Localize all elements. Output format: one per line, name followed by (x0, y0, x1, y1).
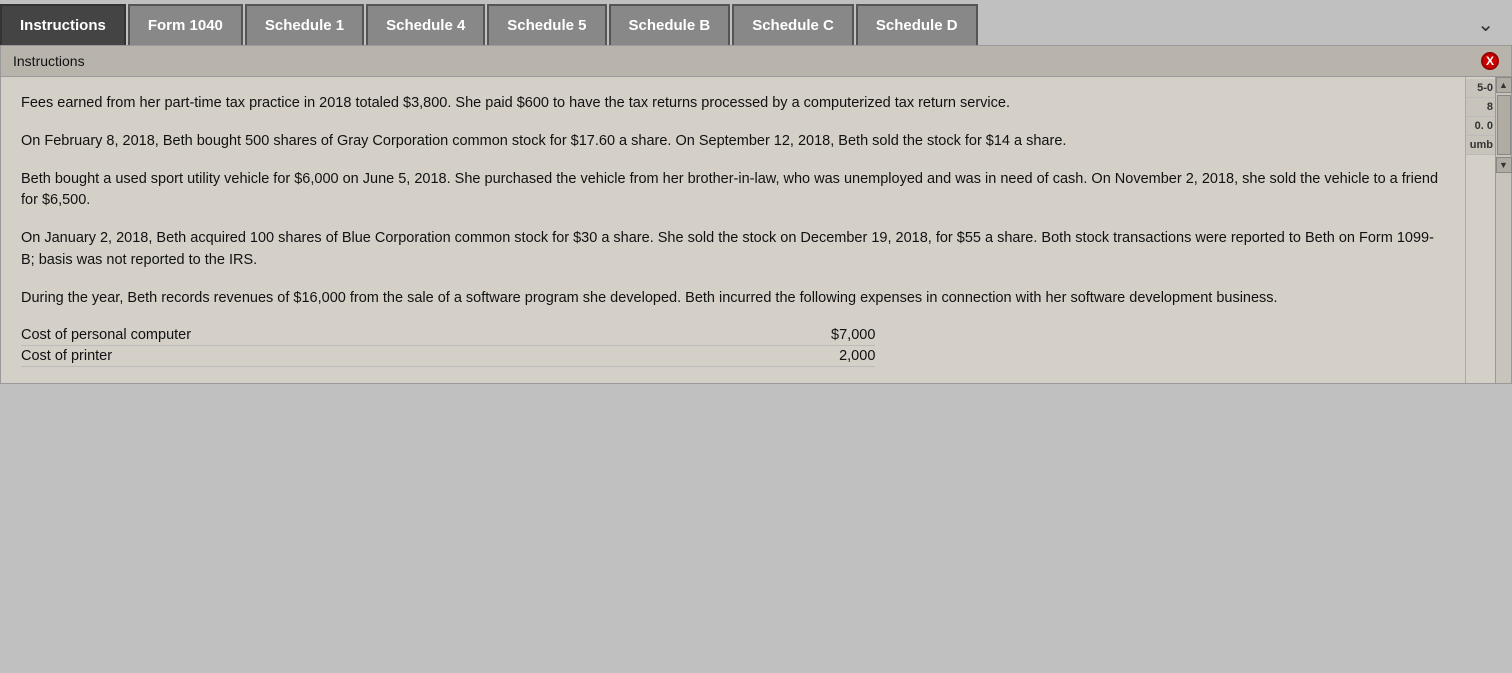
paragraph-2: On February 8, 2018, Beth bought 500 sha… (21, 131, 1445, 153)
expense-table: Cost of personal computer $7,000 Cost of… (21, 325, 875, 367)
tab-instructions[interactable]: Instructions (0, 4, 126, 45)
scrollbar-thumb[interactable] (1497, 95, 1511, 155)
right-sidebar: 5-0 8 0. 0 umb (1465, 77, 1495, 383)
paragraph-1: Fees earned from her part-time tax pract… (21, 93, 1445, 115)
tab-schedule5[interactable]: Schedule 5 (487, 4, 606, 45)
right-label-2: 8 (1466, 98, 1495, 117)
panel-header: Instructions X (1, 46, 1511, 77)
paragraph-5: During the year, Beth records revenues o… (21, 288, 1445, 310)
expense-value-printer: 2,000 (775, 348, 875, 364)
right-label-4: umb (1466, 136, 1495, 155)
expense-label-printer: Cost of printer (21, 348, 775, 364)
panel-close-button[interactable]: X (1481, 52, 1499, 70)
tab-schedule4[interactable]: Schedule 4 (366, 4, 485, 45)
tab-scheduleB[interactable]: Schedule B (609, 4, 731, 45)
instructions-content: Fees earned from her part-time tax pract… (1, 77, 1465, 383)
panel-title: Instructions (13, 53, 85, 69)
paragraph-4: On January 2, 2018, Beth acquired 100 sh… (21, 228, 1445, 272)
scrollbar-up-button[interactable]: ▲ (1496, 77, 1512, 93)
tab-schedule1[interactable]: Schedule 1 (245, 4, 364, 45)
expense-row-computer: Cost of personal computer $7,000 (21, 325, 875, 346)
expense-value-computer: $7,000 (775, 327, 875, 343)
right-label-3: 0. 0 (1466, 117, 1495, 136)
content-area: Instructions X Fees earned from her part… (0, 45, 1512, 384)
scrollbar: ▲ ▼ (1495, 77, 1511, 383)
tab-scheduleC[interactable]: Schedule C (732, 4, 854, 45)
tab-bar: Instructions Form 1040 Schedule 1 Schedu… (0, 0, 1512, 45)
tab-form1040[interactable]: Form 1040 (128, 4, 243, 45)
scrollbar-down-button[interactable]: ▼ (1496, 157, 1512, 173)
expense-row-printer: Cost of printer 2,000 (21, 346, 875, 367)
expense-label-computer: Cost of personal computer (21, 327, 775, 343)
main-layout: Fees earned from her part-time tax pract… (1, 77, 1511, 383)
paragraph-3: Beth bought a used sport utility vehicle… (21, 169, 1445, 213)
right-label-1: 5-0 (1466, 79, 1495, 98)
tab-dropdown-button[interactable]: ⌄ (1459, 4, 1512, 45)
tab-scheduleD[interactable]: Schedule D (856, 4, 978, 45)
